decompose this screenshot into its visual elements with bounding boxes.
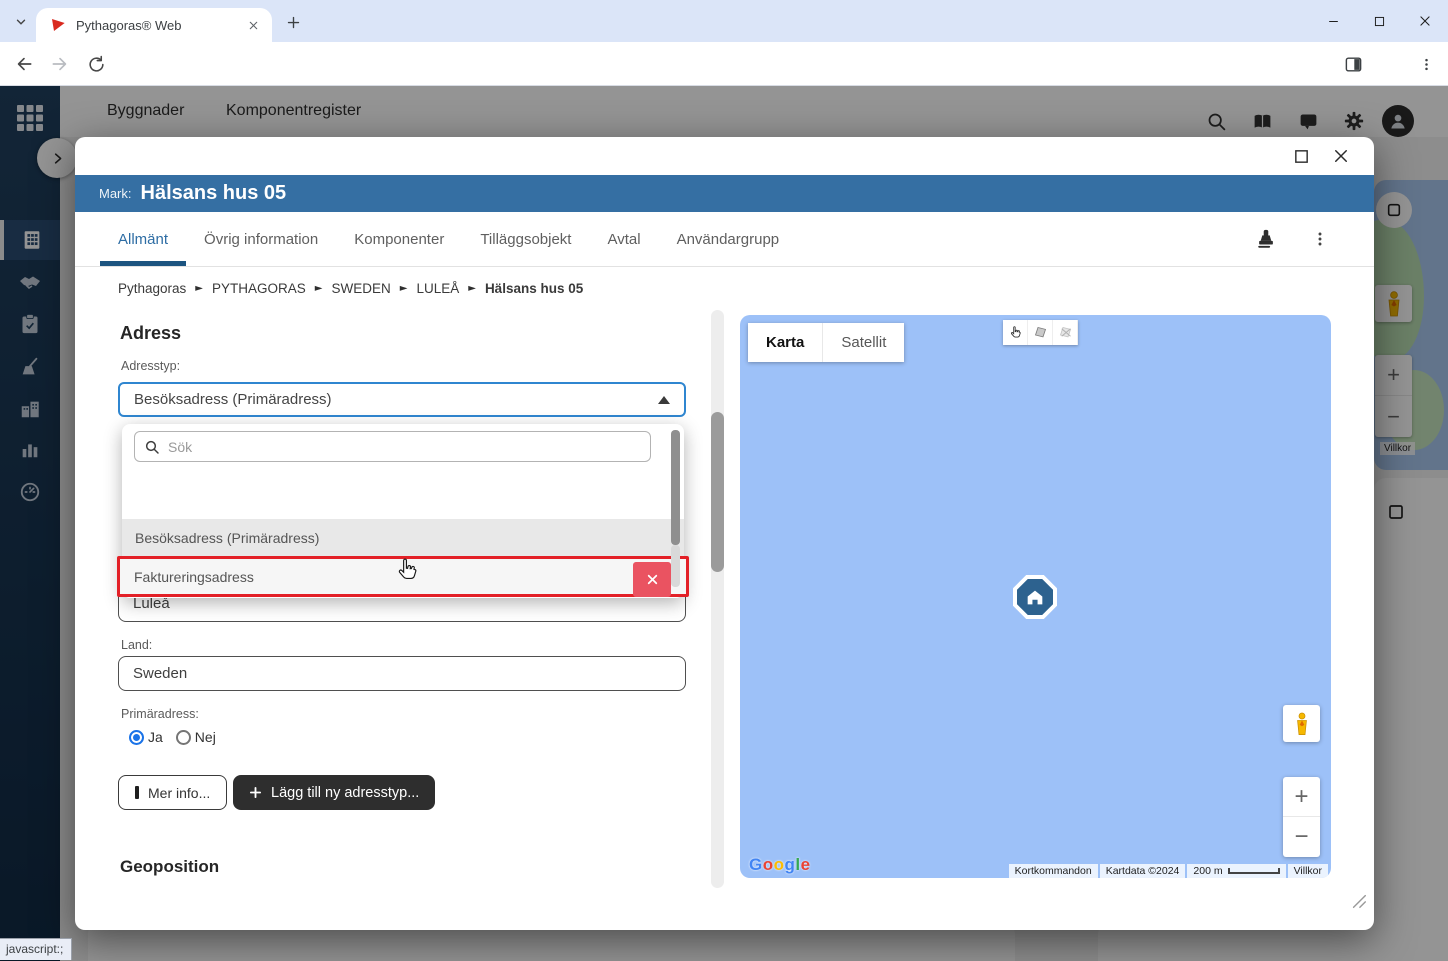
modal-tab-actions <box>75 212 1374 267</box>
breadcrumb-separator-icon: ► <box>399 283 408 294</box>
building-marker-icon <box>1017 579 1053 615</box>
browser-tab[interactable]: Pythagoras® Web <box>36 8 272 42</box>
mer-info-button[interactable]: Mer info... <box>118 775 228 810</box>
breadcrumb: Pythagoras ► PYTHAGORAS ► SWEDEN ► LULEÅ… <box>118 281 583 296</box>
tab-title: Pythagoras® Web <box>76 17 182 33</box>
adresstyp-dropdown: Besöksadress (Primäradress) Fakturerings… <box>117 424 689 598</box>
chevron-down-icon <box>14 15 28 29</box>
favicon-pythagoras-icon <box>50 17 66 33</box>
map-zoom-out-button[interactable]: − <box>1283 817 1320 857</box>
terms-link[interactable]: Villkor <box>1287 864 1328 878</box>
dropdown-scrollbar[interactable] <box>671 430 680 545</box>
search-icon <box>144 439 160 455</box>
map-data-label: Kartdata ©2024 <box>1099 864 1186 878</box>
pan-hand-tool-button[interactable] <box>1003 320 1028 345</box>
breadcrumb-item-current: Hälsans hus 05 <box>484 281 584 296</box>
adresstyp-select[interactable]: Besöksadress (Primäradress) <box>118 382 686 417</box>
modal-menu-dots-icon[interactable] <box>1306 225 1334 253</box>
breadcrumb-separator-icon: ► <box>468 283 476 294</box>
breadcrumb-item[interactable]: SWEDEN <box>331 281 390 296</box>
breadcrumb-separator-icon: ► <box>314 283 323 294</box>
browser-menu-button[interactable] <box>1414 52 1438 76</box>
browser-tab-strip: Pythagoras® Web <box>0 0 1448 42</box>
dropdown-search[interactable] <box>134 431 651 462</box>
modal-titlebar: Mark: Hälsans hus 05 <box>75 175 1374 212</box>
dropdown-scrollbar-track <box>671 545 680 587</box>
pegman-button[interactable] <box>1283 705 1320 742</box>
primaradress-radio-group: Ja Nej <box>129 729 216 745</box>
delete-option-button[interactable] <box>633 562 671 597</box>
dropdown-search-input[interactable] <box>168 438 641 455</box>
modal-title: Hälsans hus 05 <box>140 182 287 204</box>
mark-detail-modal: Mark: Hälsans hus 05 Allmänt Övrig infor… <box>75 137 1374 930</box>
map-type-control: Karta Satellit <box>748 323 905 362</box>
adresstyp-selected-value: Besöksadress (Primäradress) <box>134 391 332 408</box>
map-marker[interactable] <box>1013 575 1057 619</box>
modal-scrollbar-track[interactable] <box>711 310 724 888</box>
adresstyp-label: Adresstyp: <box>121 359 181 373</box>
info-icon <box>135 786 139 799</box>
window-close-button[interactable] <box>1402 0 1448 42</box>
adress-section-heading: Adress <box>120 323 182 343</box>
tab-search-button[interactable] <box>8 9 34 35</box>
object-type-label: Mark: <box>99 186 132 201</box>
map-drawing-tools <box>1003 320 1078 345</box>
scale-bar <box>1227 868 1280 874</box>
window-controls <box>1310 0 1448 42</box>
forward-button[interactable] <box>48 52 72 76</box>
screen: Pythagoras® Web pim.pythagoras.se/py_dat… <box>0 0 1448 961</box>
breadcrumb-item[interactable]: PYTHAGORAS <box>212 281 306 296</box>
modal-close-button[interactable] <box>1329 144 1353 168</box>
radio-ja[interactable] <box>129 729 144 745</box>
map-zoom-in-button[interactable]: + <box>1283 777 1320 817</box>
window-minimize-button[interactable] <box>1310 0 1356 42</box>
back-button[interactable] <box>12 52 36 76</box>
stamp-icon[interactable] <box>1252 225 1280 253</box>
modal-maximize-button[interactable] <box>1289 144 1313 168</box>
plus-icon <box>249 786 262 799</box>
breadcrumb-separator-icon: ► <box>195 283 203 294</box>
browser-toolbar: pim.pythagoras.se/py_datamanager_interna… <box>0 42 1448 123</box>
primaradress-label: Primäradress: <box>121 707 199 721</box>
breadcrumb-item[interactable]: Pythagoras <box>118 281 186 296</box>
window-maximize-button[interactable] <box>1356 0 1402 42</box>
radio-ja-label[interactable]: Ja <box>148 729 163 745</box>
land-label: Land: <box>121 638 153 652</box>
caret-up-icon <box>658 395 670 404</box>
reload-button[interactable] <box>84 52 108 76</box>
map-attribution: Kortkommandon Kartdata ©2024 200 m Villk… <box>1008 864 1328 878</box>
keyboard-shortcuts-link[interactable]: Kortkommandon <box>1008 864 1098 878</box>
modal-resize-handle[interactable] <box>1350 892 1368 910</box>
radio-nej[interactable] <box>175 729 191 745</box>
draw-polygon-tool-button[interactable] <box>1028 320 1053 345</box>
breadcrumb-item[interactable]: LULEÅ <box>416 281 459 296</box>
map-zoom-control: + − <box>1283 777 1320 857</box>
delete-polygon-tool-button[interactable] <box>1053 320 1078 345</box>
mouse-cursor-pointer-icon <box>393 556 421 584</box>
land-field[interactable] <box>118 656 686 691</box>
google-map[interactable]: Karta Satellit + − Google Kortkommandon … <box>740 315 1331 878</box>
new-tab-button[interactable] <box>282 11 304 33</box>
modal-scrollbar-thumb[interactable] <box>711 412 724 572</box>
option-besoksadress[interactable]: Besöksadress (Primäradress) <box>122 519 684 556</box>
tab-close-button[interactable] <box>244 16 262 34</box>
browser-status-bar: javascript:; <box>0 938 73 960</box>
add-adresstyp-button[interactable]: Lägg till ny adresstyp... <box>233 775 436 810</box>
radio-nej-label[interactable]: Nej <box>195 729 216 745</box>
google-logo[interactable]: Google <box>749 855 811 875</box>
map-scale: 200 m <box>1187 864 1286 878</box>
map-type-satellit-button[interactable]: Satellit <box>822 323 904 362</box>
map-type-karta-button[interactable]: Karta <box>748 323 822 362</box>
side-panel-button[interactable] <box>1341 52 1365 76</box>
geoposition-section-heading: Geoposition <box>120 857 220 876</box>
